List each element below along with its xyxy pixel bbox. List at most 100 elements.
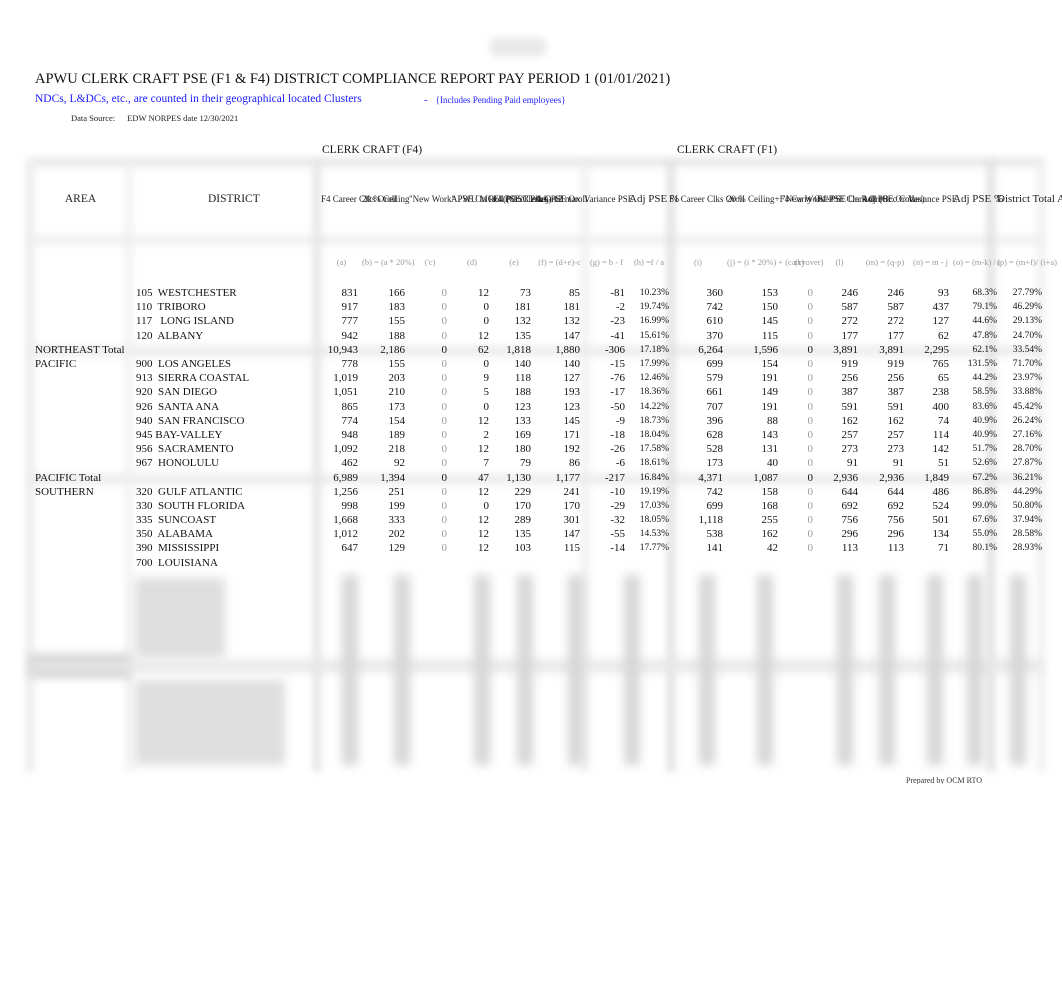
area-cell [30,456,131,470]
value-cell-l: 2,936 [833,471,858,484]
value-cell-g: -15 [610,358,625,371]
table-row: 110 TRIBORO 917 183 0 0 181 181 -2 19.74% 742 150 0… [30,300,1042,314]
value-cell-f: 132 [563,315,581,328]
value-cell-h: 18.05% [639,515,669,526]
formula-h: (h) =f / a [633,257,665,267]
col-header-f1-adj: Adj PSE Oroll [862,194,915,204]
value-cell-b: 189 [388,428,406,441]
value-cell-e: 181 [514,301,532,314]
col-header-f4-pse: F4 PSE Clerk Oroll [493,194,564,204]
value-cell-g: -50 [610,400,625,413]
value-cell-d: 0 [483,358,490,371]
table-row: 926 SANTA ANA 865 173 0 0 123 123 -50 14.22% 707 1… [30,400,1042,414]
district-cell [131,343,321,357]
value-cell-k: 0 [807,485,814,498]
value-cell-o: 51.7% [972,444,997,455]
value-cell-m: 587 [887,301,905,314]
area-cell [30,527,131,541]
table-row: 330 SOUTH FLORIDA 998 199 0 0 170 170 -29 17.03%… [30,499,1042,513]
value-cell-o: 99.0% [972,500,997,511]
area-cell [30,428,131,442]
value-cell-o: 68.3% [972,288,997,299]
value-cell-a: 917 [341,301,359,314]
obscured-column [837,575,853,765]
value-cell-l: 256 [841,372,859,385]
value-cell-l: 3,891 [833,343,858,356]
formula-b: (b) = (a * 20%) [362,257,415,267]
value-cell-p: 26.24% [1012,415,1042,426]
value-cell-e: 1,818 [506,343,531,356]
formula-d: (d) [467,257,477,267]
value-cell-o: 67.2% [972,472,997,483]
value-cell-h: 14.53% [639,529,669,540]
value-cell-i: 173 [706,457,724,470]
subnote-text: {Includes Pending Paid employees} [435,95,566,105]
value-cell-g: -9 [615,414,625,427]
obscured-column [624,575,640,765]
value-cell-o: 40.9% [972,429,997,440]
value-cell-d: 7 [483,457,490,470]
value-cell-o: 79.1% [972,302,997,313]
value-cell-c: 0 [441,542,448,555]
value-cell-m: 2,936 [879,471,904,484]
value-cell-l: 91 [847,457,858,470]
value-cell-j: 40 [767,457,778,470]
value-cell-b: 218 [388,443,406,456]
value-cell-j: 153 [761,287,779,300]
value-cell-g [584,556,629,570]
obscured-column [757,575,773,765]
value-cell-n: 65 [938,372,949,385]
value-cell-o: 40.9% [972,415,997,426]
value-cell-i: 396 [706,414,724,427]
value-cell-e [493,556,535,570]
value-cell-f: 181 [563,301,581,314]
value-cell-i: 528 [706,443,724,456]
district-cell: 945 BAY-VALLEY [136,428,223,441]
formula-l: (l) [835,257,844,267]
value-cell-d: 12 [478,414,489,427]
value-cell-p: 27.79% [1012,288,1042,299]
value-cell-d: 12 [478,329,489,342]
value-cell-e: 132 [514,315,532,328]
value-cell-i: 370 [706,329,724,342]
value-cell-c: 0 [441,329,448,342]
prepared-by: Prepared by OCM RTO [906,776,983,784]
value-cell-l: 246 [841,287,859,300]
value-cell-n: 501 [932,514,950,527]
value-cell-e: 135 [514,329,532,342]
value-cell-a: 462 [341,457,359,470]
col-header-district: DISTRICT [208,193,260,205]
value-cell-i: 742 [706,485,724,498]
value-cell-o: 131.5% [967,359,997,370]
value-cell-d: 5 [483,386,490,399]
district-cell: 700 LOUISIANA [136,556,218,569]
formula-o: (o) = (m-k) / i [953,257,1001,267]
area-cell [30,400,131,414]
col-header-f4-career: F4 Career Clks Oroll [321,194,397,204]
value-cell-f: 123 [563,400,581,413]
value-cell-i: 4,371 [698,471,723,484]
area-cell [30,300,131,314]
value-cell-f: 192 [563,443,581,456]
value-cell-d: 12 [478,542,489,555]
district-cell: 320 GULF ATLANTIC [136,485,243,498]
value-cell-m: 692 [887,499,905,512]
district-cell: 390 MISSISSIPPI [136,542,220,555]
table-row: 967 HONOLULU 462 92 0 7 79 86 -6 18.61% 173 40 0 91 9… [30,456,1042,470]
value-cell-h: 14.22% [639,401,669,412]
value-cell-k: 0 [807,372,814,385]
col-header-f1-new-work: "New Work" PSE On Roll (Occ Codes) [782,194,925,204]
value-cell-j: 1,087 [753,471,778,484]
report-subtitle: NDCs, L&DCs, etc., are counted in their … [35,93,362,105]
value-cell-m: 644 [887,485,905,498]
value-cell-n: 524 [932,499,950,512]
value-cell-f: 86 [569,457,580,470]
value-cell-n: 437 [932,301,950,314]
value-cell-e: 103 [514,542,532,555]
value-cell-c: 0 [441,358,448,371]
value-cell-j: 145 [761,315,779,328]
table-row: 335 SUNCOAST 1,668 333 0 12 289 301 -32 18.05% 1,… [30,513,1042,527]
value-cell-p: 29.13% [1012,316,1042,327]
value-cell-p [997,556,1042,570]
district-cell: 120 ALBANY [136,329,204,342]
